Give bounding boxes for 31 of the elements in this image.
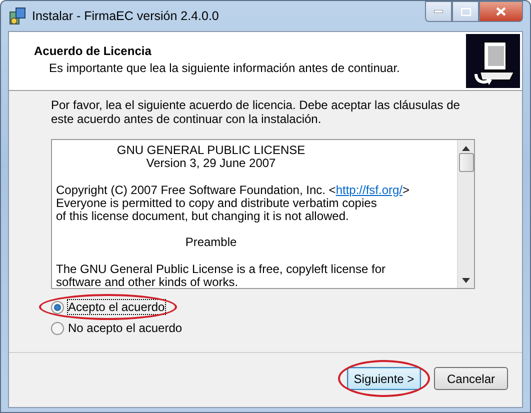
license-heading: Preamble — [184, 236, 238, 250]
scroll-up-icon[interactable] — [462, 146, 470, 151]
instruction-text: Por favor, lea el siguiente acuerdo de licencia. Debe aceptar las cláusulas de este acuerdo antes de continuar con la instalación. — [51, 99, 461, 126]
option-label[interactable]: Acepto el acuerdo — [68, 300, 165, 314]
next-button[interactable]: Siguiente > — [347, 367, 421, 390]
license-line: software and other kinds of works. — [56, 276, 240, 288]
minimize-icon — [434, 10, 443, 13]
radio-button[interactable] — [51, 300, 64, 314]
link[interactable]: http://fsf.org/ — [336, 182, 403, 197]
page-title: Acuerdo de Licencia — [34, 44, 152, 58]
window-title: Instalar - FirmaEC versión 2.4.0.0 — [32, 9, 220, 23]
close-icon — [496, 7, 506, 16]
scroll-down-icon[interactable] — [462, 278, 470, 283]
maximize-icon — [460, 8, 470, 16]
option-label[interactable]: No acepto el acuerdo — [68, 321, 182, 335]
scroll-thumb[interactable] — [458, 153, 474, 172]
page-subtitle: Es importante que lea la siguiente información antes de continuar. — [49, 61, 401, 75]
radio-button[interactable] — [51, 322, 64, 334]
close-button[interactable] — [479, 1, 523, 22]
maximize-button[interactable] — [452, 1, 479, 22]
scrollbar[interactable] — [457, 140, 474, 288]
license-line: of this license document, but changing it is not allowed. — [56, 210, 349, 224]
license-text-box[interactable] — [51, 139, 475, 289]
license-line: Everyone is permitted to copy and distribute verbatim copies — [56, 196, 377, 210]
installer-icon — [9, 7, 27, 25]
minimize-button[interactable] — [425, 1, 452, 22]
cancel-button[interactable]: Cancelar — [434, 367, 508, 390]
license-line: Copyright (C) 2007 Free Software Foundation, Inc. <http://fsf.org/> — [56, 184, 411, 197]
license-line: The GNU General Public License is a free, copyleft license for — [56, 262, 386, 276]
license-heading: GNU GENERAL PUBLIC LICENSE — [116, 144, 306, 158]
license-heading: Version 3, 29 June 2007 — [145, 157, 277, 170]
